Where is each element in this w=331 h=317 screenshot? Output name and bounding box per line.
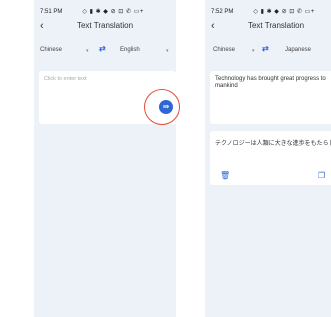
top-bar: ‹ Text Translation <box>34 20 176 34</box>
chevron-down-icon[interactable]: ▾ <box>86 48 89 54</box>
status-icons: ◇ ▮ ✱ ◆ ⊘ ⊡ ✆ ▭+ <box>82 9 144 15</box>
input-card[interactable]: Technology has brought great progress to… <box>210 71 331 124</box>
source-language-select[interactable]: Chinese <box>213 47 235 53</box>
result-card: テクノロジーは人類に大きな進歩をもたらし 🗑 ❐ <box>210 131 331 185</box>
left-phone-screen: 7:51 PM ◇ ▮ ✱ ◆ ⊘ ⊡ ✆ ▭+ ‹ Text Translat… <box>34 0 176 317</box>
top-bar: ‹ Text Translation <box>205 20 331 34</box>
swap-languages-icon[interactable]: ⇄ <box>262 44 269 53</box>
source-text[interactable]: Technology has brought great progress to… <box>215 76 331 90</box>
status-bar: 7:51 PM ◇ ▮ ✱ ◆ ⊘ ⊡ ✆ ▭+ <box>40 7 172 16</box>
status-time: 7:51 PM <box>40 8 63 15</box>
page-title: Text Translation <box>247 21 305 30</box>
text-input-placeholder[interactable]: Click to enter text <box>44 76 87 82</box>
right-phone-screen: 7:52 PM ◇ ▮ ✱ ◆ ⊘ ⊡ ✆ ▭+ ‹ Text Translat… <box>205 0 331 317</box>
language-bar: Chinese ▾ ⇄ Japanese <box>205 44 331 58</box>
language-bar: Chinese ▾ ⇄ English ▾ <box>34 44 176 58</box>
highlight-circle <box>144 89 180 125</box>
chevron-down-icon[interactable]: ▾ <box>166 48 169 54</box>
status-icons: ◇ ▮ ✱ ◆ ⊘ ⊡ ✆ ▭+ <box>253 9 315 15</box>
target-language-select[interactable]: Japanese <box>285 47 311 53</box>
status-bar: 7:52 PM ◇ ▮ ✱ ◆ ⊘ ⊡ ✆ ▭+ <box>211 7 331 16</box>
status-time: 7:52 PM <box>211 8 234 15</box>
page-title: Text Translation <box>76 21 134 30</box>
translation-result: テクノロジーは人類に大きな進歩をもたらし <box>215 141 331 147</box>
target-language-select[interactable]: English <box>120 47 140 53</box>
source-language-select[interactable]: Chinese <box>40 47 62 53</box>
delete-icon[interactable]: 🗑 <box>220 171 230 180</box>
copy-icon[interactable]: ❐ <box>318 171 325 180</box>
swap-languages-icon[interactable]: ⇄ <box>99 44 106 53</box>
chevron-down-icon[interactable]: ▾ <box>252 48 255 54</box>
